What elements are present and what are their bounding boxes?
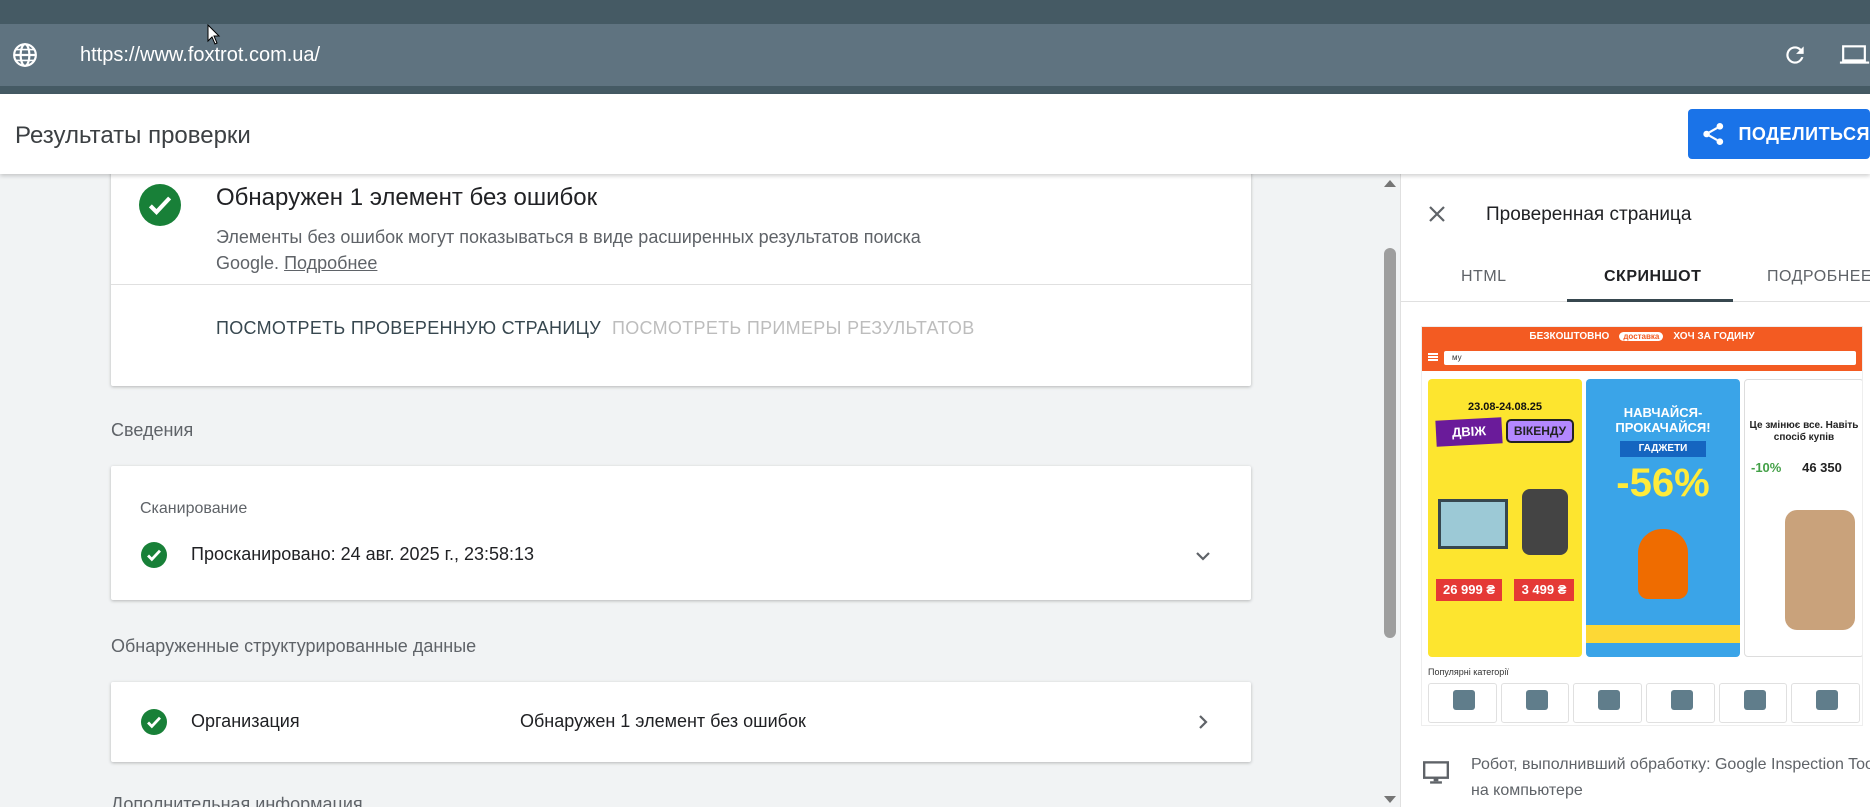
page-header: Результаты проверки ПОДЕЛИТЬСЯ [0, 94, 1870, 174]
banner-price-2: 3 499 ₴ [1514, 579, 1574, 601]
desktop-icon [1423, 761, 1449, 784]
preview-promo-pill: доставка [1619, 331, 1664, 341]
check-circle-icon [139, 184, 181, 226]
preview-promo-right: ХОЧ ЗА ГОДИНУ [1673, 330, 1755, 342]
globe-icon [13, 43, 37, 67]
preview-promo-bar: БЕЗКОШТОВНО доставка ХОЧ ЗА ГОДИНУ [1422, 327, 1862, 345]
category-tile [1500, 683, 1570, 723]
crawl-status: Просканировано: 24 авг. 2025 г., 23:58:1… [191, 544, 535, 564]
url-bar: https://www.foxtrot.com.ua/ [0, 24, 1870, 86]
banner-price-1: 26 999 ₴ [1436, 579, 1502, 601]
laptop-image [1438, 499, 1508, 549]
summary-description: Элементы без ошибок могут показываться в… [216, 224, 936, 276]
page-title: Результаты проверки [15, 122, 251, 149]
phone-image [1785, 510, 1855, 630]
fox-mascot-image [1638, 529, 1688, 599]
structured-data-section-label: Обнаруженные структурированные данные [111, 636, 477, 656]
learn-more-link[interactable]: Подробнее [284, 253, 377, 273]
view-result-examples-button[interactable]: ПОСМОТРЕТЬ ПРИМЕРЫ РЕЗУЛЬТАТОВ [612, 318, 975, 339]
preview-banner-gadgets: НАВЧАЙСЯ-ПРОКАЧАЙСЯ! ГАДЖЕТИ -56% [1586, 379, 1740, 657]
tab-screenshot[interactable]: СКРИНШОТ [1604, 268, 1701, 286]
summary-heading: Обнаружен 1 элемент без ошибок [216, 184, 598, 211]
preview-search-bar: му [1422, 345, 1862, 371]
check-circle-icon [141, 709, 167, 735]
structured-data-item-name: Организация [191, 711, 300, 731]
main-content: Обнаружен 1 элемент без ошибок Элементы … [0, 174, 1400, 807]
tab-more-info[interactable]: ПОДРОБНЕЕ [1767, 268, 1870, 286]
banner-price: 46 350 [1802, 460, 1842, 475]
close-icon[interactable] [1425, 202, 1449, 226]
view-tested-page-button[interactable]: ПОСМОТРЕТЬ ПРОВЕРЕННУЮ СТРАНИЦУ [216, 318, 601, 339]
browser-top-strip [0, 0, 1870, 24]
crawl-label: Сканирование [140, 500, 248, 517]
preview-promo-left: БЕЗКОШТОВНО [1529, 330, 1610, 342]
preview-search-field: му [1444, 351, 1856, 365]
laptop-icon[interactable] [1838, 42, 1870, 68]
tab-html[interactable]: HTML [1461, 268, 1507, 286]
structured-data-item-status: Обнаружен 1 элемент без ошибок [520, 711, 806, 731]
preview-banner-weekend: 23.08-24.08.25 ДВІЖ ВІКЕНДУ 26 999 ₴ 3 4… [1428, 379, 1582, 657]
preview-banner-phone: Це змінює все. Навіть спосіб купів -10% … [1744, 379, 1862, 657]
preview-categories-row [1428, 683, 1861, 723]
url-text[interactable]: https://www.foxtrot.com.ua/ [80, 44, 320, 67]
banner-headline: Це змінює все. Навіть спосіб купів [1749, 420, 1859, 443]
air-fryer-image [1522, 489, 1568, 555]
banner-date: 23.08-24.08.25 [1467, 401, 1542, 413]
page-screenshot-preview: БЕЗКОШТОВНО доставка ХОЧ ЗА ГОДИНУ му 23… [1421, 326, 1863, 726]
category-tile [1646, 683, 1715, 723]
share-icon [1703, 122, 1724, 146]
tested-page-panel: Проверенная страница HTML СКРИНШОТ ПОДРО… [1400, 174, 1870, 807]
scroll-down-arrow[interactable] [1384, 796, 1396, 803]
banner-headline: НАВЧАЙСЯ-ПРОКАЧАЙСЯ! [1615, 405, 1711, 435]
crawl-card[interactable]: Сканирование Просканировано: 24 авг. 202… [111, 466, 1251, 600]
mouse-cursor-icon [207, 24, 221, 45]
category-tile [1791, 683, 1861, 723]
banner-discount: -56% [1616, 461, 1710, 505]
share-label: ПОДЕЛИТЬСЯ [1738, 123, 1870, 144]
reload-icon[interactable] [1782, 42, 1808, 68]
scroll-thumb[interactable] [1384, 248, 1396, 638]
share-button[interactable]: ПОДЕЛИТЬСЯ [1688, 109, 1870, 159]
crawler-info-line1: Робот, выполнивший обработку: Google Ins… [1471, 756, 1870, 773]
url-bar-bottom [0, 86, 1870, 94]
category-tile [1573, 683, 1643, 723]
structured-data-row[interactable]: Организация Обнаружен 1 элемент без ошиб… [111, 682, 1251, 762]
chevron-right-icon[interactable] [1191, 710, 1215, 734]
crawler-info: Робот, выполнивший обработку: Google Ins… [1471, 752, 1870, 804]
details-section-label: Сведения [111, 420, 194, 440]
main-scrollbar[interactable] [1380, 174, 1400, 807]
scroll-up-arrow[interactable] [1384, 180, 1396, 187]
category-tile [1428, 683, 1497, 723]
summary-card: Обнаружен 1 элемент без ошибок Элементы … [111, 174, 1251, 386]
menu-icon [1428, 353, 1438, 361]
active-tab-indicator [1567, 299, 1733, 302]
panel-tabs: HTML СКРИНШОТ ПОДРОБНЕЕ [1401, 252, 1870, 302]
additional-info-section-label: Дополнительная информация [111, 794, 363, 807]
category-tile [1718, 683, 1788, 723]
divider [111, 284, 1251, 285]
banner-tag-1: ДВІЖ [1435, 417, 1503, 447]
banner-tag-2: ВІКЕНДУ [1506, 419, 1574, 443]
banner-strip [1586, 625, 1740, 643]
crawler-info-line2: на компьютере [1471, 782, 1583, 799]
check-circle-icon [141, 542, 167, 568]
preview-categories-label: Популярні категорії [1428, 667, 1509, 677]
banner-tag: ГАДЖЕТИ [1620, 441, 1706, 457]
chevron-down-icon[interactable] [1191, 544, 1215, 568]
panel-title: Проверенная страница [1486, 204, 1692, 225]
